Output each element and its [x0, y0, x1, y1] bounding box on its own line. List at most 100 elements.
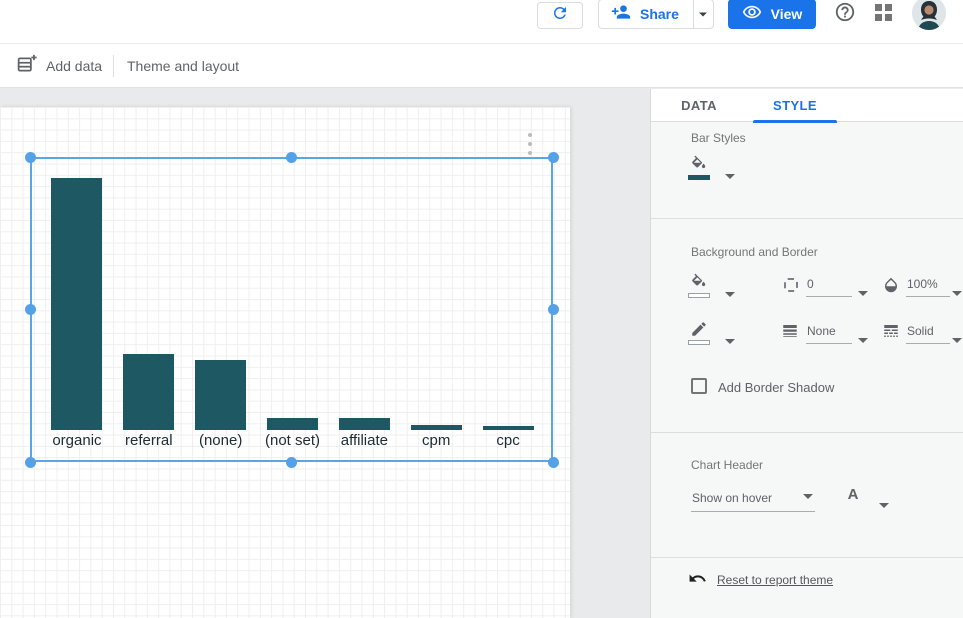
paint-bucket-icon [689, 155, 709, 173]
border-style-icon [882, 322, 900, 345]
chevron-down-icon [858, 291, 868, 296]
paint-bucket-icon [689, 273, 709, 291]
resize-handle[interactable] [25, 304, 36, 315]
bar-slot [472, 178, 544, 430]
bar-chart[interactable] [41, 178, 544, 430]
resize-handle[interactable] [286, 457, 297, 468]
bar-label: organic [41, 432, 113, 449]
line-weight-icon [781, 322, 799, 345]
border-weight-caret[interactable] [856, 328, 870, 350]
refresh-button[interactable] [537, 2, 583, 29]
report-canvas[interactable]: organicreferral(none)(not set)affiliatec… [0, 107, 570, 618]
bar-label: cpc [472, 432, 544, 449]
bar-notset[interactable] [267, 418, 318, 430]
section-divider [651, 432, 963, 433]
person-add-icon [611, 2, 631, 27]
corner-radius-icon [784, 278, 798, 292]
resize-handle[interactable] [25, 152, 36, 163]
header-text-color-button[interactable]: A [842, 487, 864, 502]
bar-slot [257, 178, 329, 430]
resize-handle[interactable] [548, 152, 559, 163]
chart-header-title: Chart Header [691, 458, 763, 472]
bar-fill-color-button[interactable] [687, 155, 711, 182]
opacity-caret[interactable] [950, 281, 963, 303]
opacity-input[interactable]: 100% [906, 277, 950, 297]
edit-toolbar: Add data Theme and layout [0, 44, 963, 88]
chevron-down-icon [725, 174, 735, 179]
bar-label: (not set) [257, 432, 329, 449]
chevron-down-icon [699, 12, 707, 16]
text-color-icon: A [842, 487, 864, 502]
bar-label: referral [113, 432, 185, 449]
resize-handle[interactable] [548, 304, 559, 315]
border-weight-input[interactable]: None [806, 324, 852, 344]
chevron-down-icon [952, 291, 962, 296]
bar-cpm[interactable] [411, 425, 462, 430]
opacity-value: 100% [907, 277, 938, 291]
resize-handle[interactable] [25, 457, 36, 468]
border-style-value: Solid [907, 324, 934, 338]
chevron-down-icon [879, 503, 889, 508]
report-workspace: organicreferral(none)(not set)affiliatec… [0, 88, 963, 618]
view-button[interactable]: View [728, 0, 816, 29]
tab-data[interactable]: DATA [651, 89, 747, 122]
bar-color-caret[interactable] [723, 164, 737, 186]
reset-to-report-theme-link[interactable]: Reset to report theme [717, 573, 833, 587]
resize-handle[interactable] [548, 457, 559, 468]
bar-none[interactable] [195, 360, 246, 430]
border-color-caret[interactable] [723, 329, 737, 351]
corner-radius-caret[interactable] [856, 281, 870, 303]
apps-grid-button[interactable] [872, 4, 894, 26]
bar-affiliate[interactable] [339, 418, 390, 430]
chart-header-display-select[interactable]: Show on hover [691, 491, 815, 512]
add-data-button[interactable]: Add data [16, 44, 102, 88]
chevron-down-icon [725, 292, 735, 297]
border-style-input[interactable]: Solid [906, 324, 950, 344]
background-color-swatch [688, 293, 710, 298]
border-style-caret[interactable] [950, 328, 963, 350]
user-avatar[interactable] [912, 0, 946, 30]
pencil-icon [690, 320, 708, 338]
opacity-icon [882, 275, 900, 300]
chart-options-menu[interactable] [524, 133, 536, 155]
share-split-button: Share [598, 0, 714, 29]
header-text-color-caret[interactable] [877, 493, 891, 515]
chevron-down-icon [858, 338, 868, 343]
eye-icon [742, 2, 762, 27]
add-data-label: Add data [46, 58, 102, 74]
properties-panel: DATASTYLE Bar Styles Background and Bord… [650, 89, 963, 618]
corner-radius-input[interactable]: 0 [806, 277, 852, 297]
bar-label: cpm [400, 432, 472, 449]
bar-label: affiliate [328, 432, 400, 449]
background-color-caret[interactable] [723, 282, 737, 304]
chevron-down-icon [725, 339, 735, 344]
border-color-button[interactable] [687, 320, 711, 347]
bar-chart-category-labels: organicreferral(none)(not set)affiliatec… [41, 432, 544, 449]
resize-handle[interactable] [286, 152, 297, 163]
add-data-icon [16, 54, 37, 78]
background-color-button[interactable] [687, 273, 711, 300]
toolbar-divider [113, 55, 114, 77]
bar-organic[interactable] [51, 178, 102, 430]
corner-radius-value: 0 [807, 277, 814, 291]
border-weight-value: None [807, 324, 836, 338]
help-button[interactable] [833, 2, 857, 26]
tab-style[interactable]: STYLE [747, 89, 843, 122]
top-app-bar: Share View [0, 0, 963, 44]
panel-tabs: DATASTYLE [651, 89, 963, 122]
border-shadow-checkbox[interactable] [691, 378, 707, 394]
chevron-down-icon [803, 494, 813, 499]
bar-cpc[interactable] [483, 426, 534, 430]
refresh-icon [551, 4, 569, 27]
theme-and-layout-button[interactable]: Theme and layout [127, 44, 239, 88]
bar-referral[interactable] [123, 354, 174, 430]
share-options-caret[interactable] [693, 0, 713, 28]
view-button-label: View [771, 6, 803, 22]
bar-slot [41, 178, 113, 430]
help-icon [834, 1, 856, 28]
bar-slot [328, 178, 400, 430]
theme-layout-label: Theme and layout [127, 58, 239, 74]
background-border-title: Background and Border [691, 245, 818, 259]
share-button[interactable]: Share [599, 0, 693, 28]
bar-slot [185, 178, 257, 430]
